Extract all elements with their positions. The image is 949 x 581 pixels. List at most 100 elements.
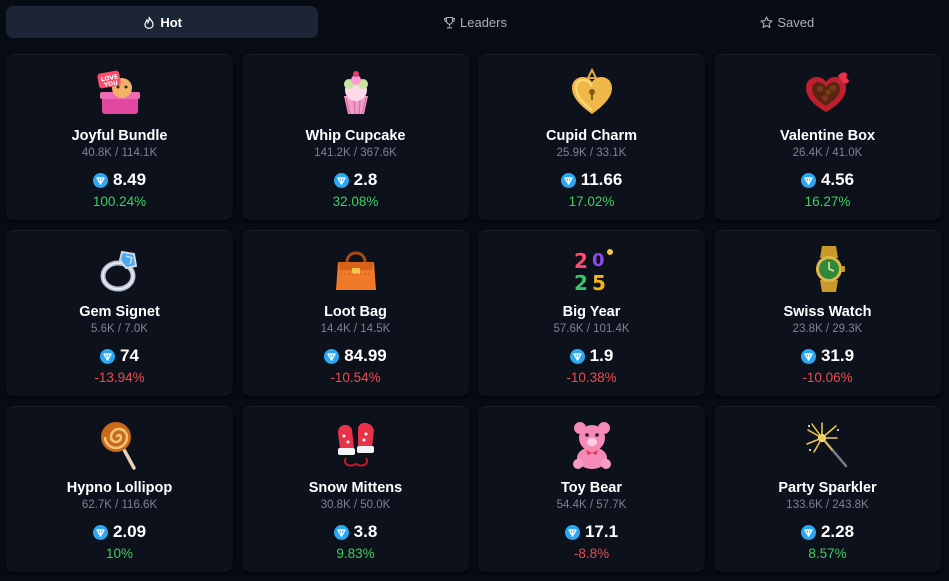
price-value: 4.56: [820, 170, 855, 189]
gift-card[interactable]: Valentine Box 26.4K / 41.0K 4.56 16.27%: [714, 54, 941, 220]
price-change: -10.06%: [802, 370, 853, 385]
lollipop-icon: [96, 420, 144, 470]
ton-icon: [333, 172, 349, 188]
heart-locket-icon: [568, 67, 616, 118]
price-change: 16.27%: [804, 194, 851, 209]
gift-name: Loot Bag: [324, 304, 387, 320]
gift-price: 3.8: [242, 522, 469, 542]
gift-grid: LOVE YOU Joyful Bundle 40.8K / 114.1K 8.4…: [6, 54, 943, 572]
gift-card[interactable]: LOVE YOU Joyful Bundle 40.8K / 114.1K 8.4…: [6, 54, 233, 220]
gift-name: Valentine Box: [779, 128, 876, 144]
watch-icon: [804, 244, 852, 294]
trophy-icon: [442, 15, 456, 29]
gift-price: 31.9: [714, 346, 941, 366]
price-value: 17.1: [584, 522, 619, 541]
gift-price: 84.99: [242, 346, 469, 366]
price-value: 31.9: [820, 346, 855, 365]
star-icon: [759, 15, 773, 29]
price-change: 100.24%: [92, 194, 147, 209]
gift-price: 17.1: [478, 522, 705, 542]
tab-leaders-label: Leaders: [460, 14, 507, 30]
price-value: 1.9: [589, 346, 614, 365]
gift-name: Joyful Bundle: [71, 128, 168, 144]
gift-supply: 30.8K / 50.0K: [320, 499, 391, 511]
gift-name: Whip Cupcake: [305, 128, 406, 144]
price-change: -13.94%: [94, 370, 145, 385]
price-change: 10%: [105, 546, 134, 561]
gift-supply: 23.8K / 29.3K: [792, 323, 863, 335]
fire-icon: [142, 15, 156, 29]
gift-price: 2.09: [6, 522, 233, 542]
gift-supply: 62.7K / 116.6K: [81, 499, 158, 511]
ton-icon: [324, 348, 340, 364]
gift-name: Cupid Charm: [545, 128, 638, 144]
gift-card[interactable]: Loot Bag 14.4K / 14.5K 84.99 -10.54%: [242, 230, 469, 396]
gift-price: 11.66: [478, 170, 705, 190]
svg-text:0: 0: [592, 250, 605, 271]
gift-supply: 141.2K / 367.6K: [314, 147, 397, 159]
gift-card[interactable]: Toy Bear 54.4K / 57.7K 17.1 -8.8%: [478, 406, 705, 572]
gift-name: Swiss Watch: [783, 304, 872, 320]
price-value: 2.09: [112, 522, 147, 541]
gift-supply: 40.8K / 114.1K: [81, 147, 158, 159]
tab-hot-label: Hot: [160, 14, 182, 30]
mittens-icon: [332, 420, 380, 470]
gift-card[interactable]: Gem Signet 5.6K / 7.0K 74 -13.94%: [6, 230, 233, 396]
gift-supply: 54.4K / 57.7K: [556, 499, 627, 511]
price-value: 2.28: [820, 522, 855, 541]
2025-icon: 2025: [568, 244, 616, 295]
ton-icon: [564, 524, 580, 540]
ton-icon: [800, 172, 816, 188]
gift-card[interactable]: Party Sparkler 133.6K / 243.8K 2.28 8.57…: [714, 406, 941, 572]
ton-icon: [333, 524, 349, 540]
gift-supply: 14.4K / 14.5K: [320, 323, 391, 335]
gift-supply: 133.6K / 243.8K: [786, 499, 869, 511]
tab-bar: Hot Leaders Saved: [6, 6, 943, 38]
gift-price: 2.28: [714, 522, 941, 542]
gift-price: 4.56: [714, 170, 941, 190]
tab-hot[interactable]: Hot: [6, 6, 319, 38]
gift-card[interactable]: Snow Mittens 30.8K / 50.0K 3.8 9.83%: [242, 406, 469, 572]
ton-icon: [800, 524, 816, 540]
ton-icon: [800, 348, 816, 364]
gift-card[interactable]: Swiss Watch 23.8K / 29.3K 31.9 -10.06%: [714, 230, 941, 396]
price-value: 3.8: [353, 522, 378, 541]
tab-saved-label: Saved: [777, 14, 815, 30]
gift-card[interactable]: Hypno Lollipop 62.7K / 116.6K 2.09 10%: [6, 406, 233, 572]
tab-leaders[interactable]: Leaders: [318, 6, 630, 38]
teddy-bear-icon: [568, 420, 616, 470]
svg-text:2: 2: [574, 271, 588, 294]
ton-icon: [92, 172, 108, 188]
gift-price: 1.9: [478, 346, 705, 366]
price-value: 8.49: [112, 170, 147, 189]
price-change: 32.08%: [332, 194, 379, 209]
svg-text:2: 2: [574, 249, 588, 273]
gift-name: Party Sparkler: [778, 480, 877, 496]
gift-supply: 5.6K / 7.0K: [91, 323, 148, 335]
price-value: 74: [120, 346, 139, 365]
love-you-gift-icon: LOVE YOU: [96, 68, 144, 118]
ton-icon: [569, 348, 585, 364]
svg-text:5: 5: [592, 271, 606, 294]
gift-card[interactable]: Cupid Charm 25.9K / 33.1K 11.66 17.02%: [478, 54, 705, 220]
price-change: 9.83%: [336, 546, 375, 561]
gift-card[interactable]: 2025 Big Year 57.6K / 101.4K 1.9 -10.38%: [478, 230, 705, 396]
price-change: 8.57%: [808, 546, 847, 561]
price-value: 11.66: [580, 170, 623, 189]
gift-supply: 26.4K / 41.0K: [792, 147, 863, 159]
gift-price: 2.8: [242, 170, 469, 190]
cupcake-icon: [332, 68, 380, 118]
gift-price: 74: [6, 346, 233, 366]
handbag-icon: [332, 244, 380, 294]
price-value: 84.99: [344, 346, 387, 365]
gift-supply: 25.9K / 33.1K: [556, 147, 627, 159]
sparkler-icon: [804, 420, 852, 470]
ring-icon: [96, 244, 144, 294]
gift-card[interactable]: Whip Cupcake 141.2K / 367.6K 2.8 32.08%: [242, 54, 469, 220]
gift-name: Gem Signet: [79, 304, 160, 320]
tab-saved[interactable]: Saved: [631, 6, 943, 38]
price-change: -10.54%: [330, 370, 381, 385]
gift-supply: 57.6K / 101.4K: [553, 323, 630, 335]
ton-icon: [100, 348, 116, 364]
gift-name: Hypno Lollipop: [66, 480, 173, 496]
